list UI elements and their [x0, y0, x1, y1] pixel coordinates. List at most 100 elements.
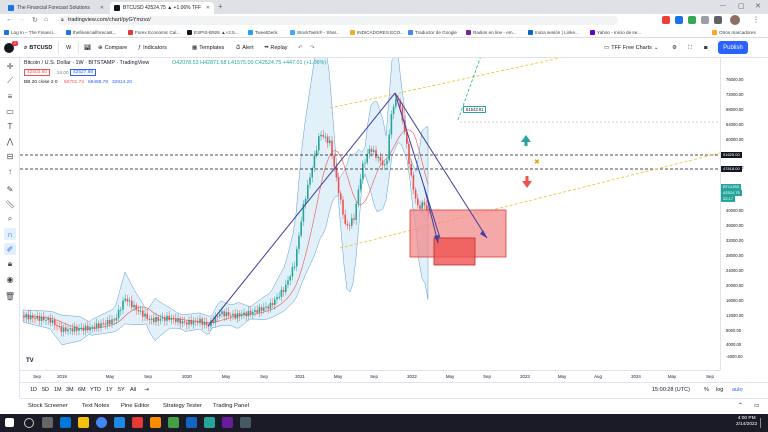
- tab-text-notes[interactable]: Text Notes: [82, 403, 109, 409]
- trash-icon[interactable]: 🗑︎: [4, 290, 16, 302]
- fullscreen-button[interactable]: ⛶: [688, 43, 692, 53]
- compare-button[interactable]: ⊕ Compare: [98, 43, 127, 53]
- snapshot-button[interactable]: ◙: [704, 43, 707, 53]
- home-icon[interactable]: ⌂: [44, 16, 48, 23]
- system-clock[interactable]: 4:00 PM 2/14/2022: [736, 416, 757, 428]
- publish-button[interactable]: Publish: [718, 41, 748, 54]
- app-icon[interactable]: [204, 417, 215, 428]
- settings-button[interactable]: ⚙: [672, 43, 677, 53]
- bookmark-item[interactable]: TweetDeck: [248, 29, 278, 36]
- extension-icon[interactable]: [688, 16, 696, 24]
- time-axis[interactable]: Sep 2019 May Sep 2020 May Sep 2021 May S…: [20, 370, 720, 382]
- range-5d[interactable]: 5D: [42, 387, 49, 393]
- app-icon[interactable]: [222, 417, 233, 428]
- maximize-panel-icon[interactable]: ▭: [754, 403, 759, 409]
- app-icon[interactable]: [132, 417, 143, 428]
- tab-strategy-tester[interactable]: Strategy Tester: [163, 403, 202, 409]
- undo-button[interactable]: ↶: [298, 43, 303, 53]
- range-5y[interactable]: 5Y: [118, 387, 125, 393]
- bookmark-item[interactable]: thefinancialforecast...: [66, 29, 116, 36]
- extension-icon[interactable]: [701, 16, 709, 24]
- arrow-up-icon[interactable]: ↑: [4, 165, 16, 177]
- bb-indicator-label[interactable]: BB 20 close 2 0: [24, 80, 58, 85]
- fib-icon[interactable]: ≡: [4, 90, 16, 102]
- replay-button[interactable]: ⏪︎ Replay: [264, 43, 288, 53]
- crosshair-icon[interactable]: ✛: [4, 60, 16, 72]
- range-1m[interactable]: 1M: [54, 387, 62, 393]
- app-icon[interactable]: [150, 417, 161, 428]
- indicators-button[interactable]: ƒ Indicators: [138, 43, 167, 53]
- ask-price[interactable]: 42527.86: [70, 69, 97, 76]
- tab-pine-editor[interactable]: Pine Editor: [121, 403, 149, 409]
- bookmark-item[interactable]: Forex Economic Cal...: [128, 29, 180, 36]
- forward-icon[interactable]: →: [18, 16, 25, 23]
- range-1d[interactable]: 1D: [30, 387, 37, 393]
- calendar-icon[interactable]: ⇥: [144, 387, 149, 393]
- chart-type-button[interactable]: 📊︎: [84, 43, 91, 53]
- task-view-icon[interactable]: [42, 417, 53, 428]
- position-icon[interactable]: ⊟: [4, 150, 16, 162]
- range-3m[interactable]: 3M: [66, 387, 74, 393]
- bid-price[interactable]: 42503.60: [24, 69, 51, 76]
- new-tab-button[interactable]: +: [218, 2, 223, 11]
- app-icon[interactable]: [186, 417, 197, 428]
- avatar[interactable]: [730, 15, 740, 25]
- redo-button[interactable]: ↷: [310, 43, 315, 53]
- window-close-icon[interactable]: ✕: [755, 2, 761, 10]
- maximize-icon[interactable]: ▢: [738, 2, 745, 10]
- bookmark-item[interactable]: ESPIS-B926 ▲+2.5...: [187, 29, 239, 36]
- range-all[interactable]: All: [130, 387, 136, 393]
- rectangle-icon[interactable]: ▭: [4, 105, 16, 117]
- back-icon[interactable]: ←: [6, 16, 13, 23]
- puzzle-icon[interactable]: [714, 16, 722, 24]
- tab-financial-forecast[interactable]: The Financial Forecast Solutions ✕: [4, 2, 108, 14]
- level-tag[interactable]: 51625.00: [721, 152, 742, 158]
- other-bookmarks[interactable]: Otros marcadores: [712, 29, 756, 36]
- minimize-icon[interactable]: —: [720, 3, 726, 9]
- menu-icon[interactable]: ⋮: [752, 15, 760, 24]
- ruler-icon[interactable]: 📏︎: [4, 198, 16, 210]
- auto-toggle[interactable]: auto: [732, 387, 743, 393]
- bookmark-item[interactable]: Log In – The Financi...: [4, 29, 57, 36]
- chart-pane[interactable]: ✖ Bitcoin / U.S. Dollar · 1W · BITSTAMP …: [20, 58, 720, 370]
- url-field[interactable]: 🔒︎ tradingview.com/chart/pyGYmzvz/: [58, 16, 618, 25]
- bookmark-item[interactable]: INDICADORES ECO...: [350, 29, 404, 36]
- bookmark-item[interactable]: Yahoo - Inicio de se...: [590, 29, 641, 36]
- log-toggle[interactable]: log: [716, 387, 723, 393]
- range-ytd[interactable]: YTD: [90, 387, 101, 393]
- app-icon[interactable]: [240, 417, 251, 428]
- bookmark-item[interactable]: StockTwits® - Shar...: [290, 29, 340, 36]
- percent-toggle[interactable]: %: [704, 387, 709, 393]
- windows-start-icon[interactable]: [5, 418, 14, 427]
- app-icon[interactable]: [168, 417, 179, 428]
- utc-clock[interactable]: 15:00:28 (UTC): [652, 387, 690, 393]
- interval-button[interactable]: W: [66, 43, 71, 53]
- close-icon[interactable]: ✕: [100, 5, 104, 11]
- layout-menu[interactable]: ▭ TFF Free Charts ⌄: [604, 43, 658, 53]
- tab-btcusd[interactable]: BTCUSD 42524.75 ▲ +1.06% TFF ✕: [110, 2, 214, 14]
- price-chart[interactable]: ✖: [20, 58, 720, 370]
- bookmark-item[interactable]: Inicia sesión | Linke...: [528, 29, 579, 36]
- pencil-lock-icon[interactable]: ✐: [4, 243, 16, 255]
- templates-button[interactable]: ▦ Templates: [192, 43, 224, 53]
- search-icon[interactable]: [24, 418, 34, 428]
- edge-icon[interactable]: [60, 417, 71, 428]
- file-explorer-icon[interactable]: [78, 417, 89, 428]
- alert-button[interactable]: ⏰︎ Alert: [236, 43, 254, 53]
- level-tag[interactable]: 47818.00: [721, 166, 742, 172]
- chrome-icon[interactable]: [96, 417, 107, 428]
- zoom-icon[interactable]: ⌕: [4, 213, 16, 225]
- tab-stock-screener[interactable]: Stock Screener: [28, 403, 68, 409]
- bookmark-item[interactable]: Radios en line - em...: [466, 29, 516, 36]
- text-icon[interactable]: T: [4, 120, 16, 132]
- lock-icon[interactable]: 🔒︎: [4, 258, 16, 270]
- bookmark-item[interactable]: Traductor de Google: [408, 29, 457, 36]
- reload-icon[interactable]: ↻: [32, 16, 38, 24]
- app-icon[interactable]: [114, 417, 125, 428]
- eye-icon[interactable]: ◉: [4, 273, 16, 285]
- show-desktop-button[interactable]: [760, 418, 766, 428]
- brush-icon[interactable]: ✎: [4, 183, 16, 195]
- pattern-icon[interactable]: ⋀: [4, 135, 16, 147]
- collapse-icon[interactable]: ⌃: [738, 403, 743, 409]
- trend-line-icon[interactable]: ⟋: [4, 75, 16, 87]
